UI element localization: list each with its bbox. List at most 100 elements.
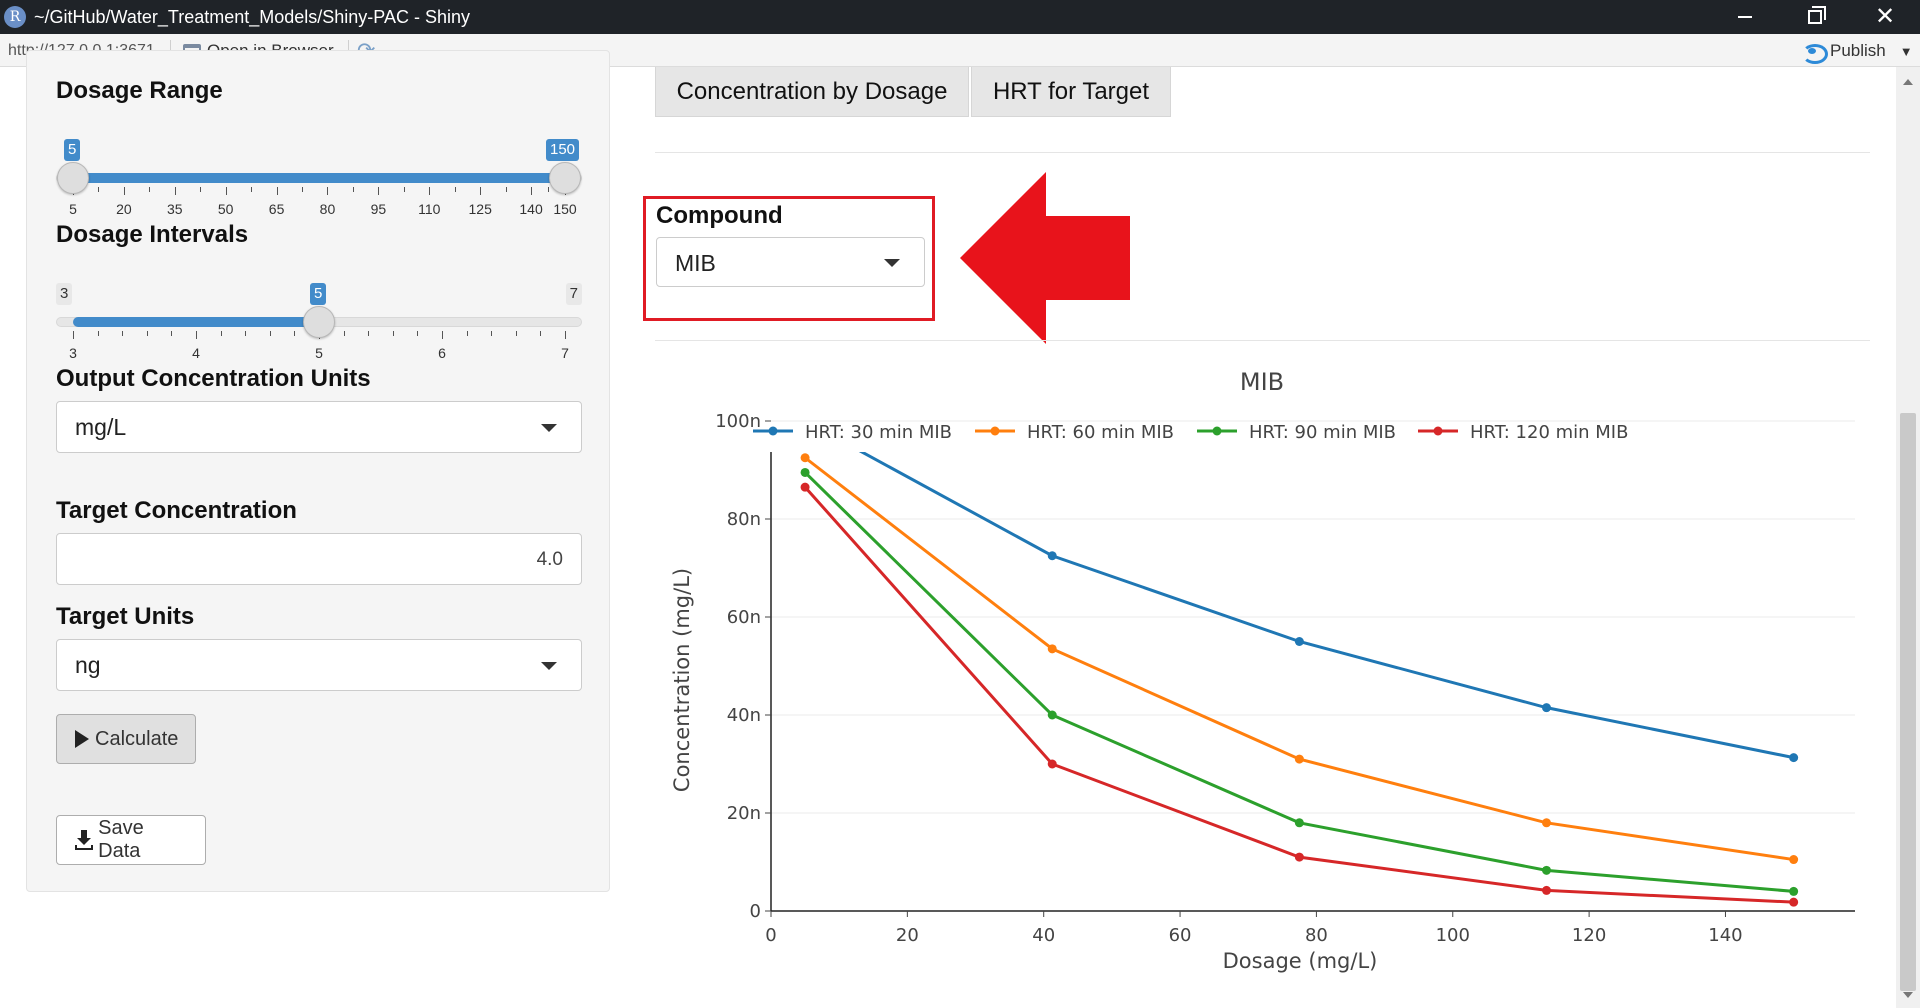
slider-tick [123, 187, 125, 195]
series-line [804, 456, 1794, 862]
divider [655, 152, 1870, 153]
tab-concentration-by-dosage[interactable]: Concentration by Dosage [655, 67, 969, 117]
slider-minor-tick [98, 187, 100, 192]
x-tick-label: 40 [1032, 925, 1055, 946]
data-point [1789, 855, 1799, 865]
data-point [1294, 637, 1304, 646]
annotation-highlight-box [643, 196, 935, 321]
slider-minor-tick [343, 331, 345, 336]
slider-minor-tick [302, 187, 304, 192]
output-units-value: mg/L [75, 414, 127, 440]
slider-minor-tick [294, 331, 296, 336]
slider-minor-tick [417, 331, 419, 336]
dosage-intervals-label: Dosage Intervals [56, 221, 249, 248]
slider-minor-tick [269, 331, 271, 336]
save-data-label: Save Data [98, 817, 144, 862]
chevron-down-icon: ▼ [1899, 43, 1913, 59]
slider-tick-label: 50 [217, 201, 234, 217]
slider-tick [531, 187, 533, 195]
slider-minor-tick [220, 331, 222, 336]
slider-tick-label: 150 [553, 201, 577, 217]
slider-tick-label: 4 [192, 345, 200, 361]
data-point [1542, 885, 1552, 895]
slider-minor-tick [454, 187, 456, 192]
minimize-button[interactable] [1715, 0, 1775, 34]
data-point [1542, 703, 1552, 713]
slider-tick-label: 95 [370, 201, 387, 217]
output-units-select[interactable]: mg/L [56, 401, 582, 453]
slider-tick-label: 65 [268, 201, 285, 217]
publish-icon [1802, 42, 1828, 64]
slider-minor-tick [368, 331, 370, 336]
slider-tick-label: 110 [418, 201, 441, 217]
slider-tick [174, 187, 176, 195]
y-axis-title: Concentration (mg/L) [670, 568, 694, 792]
slider-minor-tick [505, 187, 507, 192]
data-point [1294, 818, 1304, 828]
legend-label: HRT: 30 min MIB [805, 422, 952, 443]
save-data-button[interactable]: Save Data [56, 815, 206, 865]
slider-fill [73, 173, 565, 183]
rstudio-logo-icon: R [4, 6, 26, 28]
data-point [1047, 710, 1057, 720]
scroll-up-icon[interactable] [1903, 79, 1913, 85]
caret-down-icon [541, 424, 557, 432]
publish-label: Publish [1830, 41, 1886, 60]
legend-marker [768, 426, 778, 436]
window-titlebar: R ~/GitHub/Water_Treatment_Models/Shiny-… [0, 0, 1920, 34]
target-concentration-label: Target Concentration [56, 497, 297, 524]
data-point [1294, 754, 1304, 764]
data-point [800, 453, 810, 463]
slider-handle[interactable] [57, 162, 89, 194]
dosage-range-label: Dosage Range [56, 77, 223, 104]
annotation-arrow-left-icon [960, 172, 1130, 344]
y-tick-label: 100n [715, 411, 761, 432]
maximize-button[interactable] [1785, 0, 1845, 34]
x-tick-label: 60 [1169, 925, 1192, 946]
slider-tick-label: 80 [319, 201, 336, 217]
slider-minor-tick [392, 331, 394, 336]
slider-tick [73, 331, 74, 339]
slider-fill [73, 317, 319, 327]
target-units-select[interactable]: ng [56, 639, 582, 691]
divider [655, 340, 1870, 341]
page-scrollbar[interactable] [1896, 67, 1920, 1008]
legend-marker [990, 426, 1000, 436]
dosage-range-slider[interactable]: 5 150 5 20 35 50 65 80 95 110 125 140 150 [56, 111, 582, 221]
legend-marker [1433, 426, 1443, 436]
data-point [1047, 759, 1057, 769]
tab-hrt-for-target[interactable]: HRT for Target [971, 67, 1171, 117]
publish-button[interactable]: Publish ▼ [1802, 41, 1913, 64]
slider-tick [225, 187, 227, 195]
slider-minor-tick [245, 331, 247, 336]
scroll-down-icon[interactable] [1903, 992, 1913, 998]
target-concentration-input[interactable]: 4.0 [56, 533, 582, 585]
dosage-intervals-slider[interactable]: 3 5 7 3 4 5 6 7 [56, 255, 582, 365]
restore-icon [1808, 6, 1826, 24]
scrollbar-thumb[interactable] [1900, 413, 1916, 991]
close-button[interactable]: ✕ [1855, 0, 1915, 34]
slider-handle[interactable] [303, 306, 335, 338]
data-point [1294, 852, 1304, 862]
legend-label: HRT: 90 min MIB [1249, 422, 1396, 443]
slider-minor-tick [491, 331, 493, 336]
slider-tick [196, 331, 197, 339]
data-point [1047, 551, 1057, 561]
slider-tick [480, 187, 482, 195]
slider-tick-label: 5 [69, 201, 77, 217]
slider-tick-label: 20 [116, 201, 132, 217]
close-icon: ✕ [1874, 3, 1896, 30]
slider-handle[interactable] [549, 162, 581, 194]
legend-label: HRT: 120 min MIB [1470, 422, 1628, 443]
data-point [1047, 644, 1057, 654]
interval-value-bubble: 5 [310, 283, 327, 305]
slider-tick-label: 7 [561, 345, 569, 361]
output-units-label: Output Concentration Units [56, 365, 371, 392]
play-icon [75, 730, 89, 748]
series-line [804, 471, 1794, 893]
range-high-bubble: 150 [546, 139, 580, 161]
x-tick-label: 100 [1436, 925, 1470, 946]
calculate-button[interactable]: Calculate [56, 714, 196, 764]
slider-minor-tick [146, 331, 148, 336]
data-point [1542, 818, 1552, 828]
